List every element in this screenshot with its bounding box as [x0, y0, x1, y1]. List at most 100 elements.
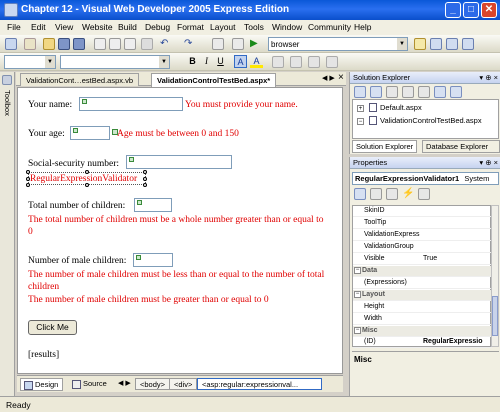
prop-row[interactable]: SkinID: [353, 206, 492, 217]
view-code-icon[interactable]: [402, 86, 414, 98]
prop-value[interactable]: RegularExpressio: [423, 338, 483, 345]
design-surface[interactable]: Your name: You must provide your name. Y…: [17, 87, 343, 374]
property-grid[interactable]: SkinID ToolTip ValidationExpress Validat…: [352, 205, 492, 348]
font-size-combo[interactable]: [174, 55, 184, 69]
menu-edit[interactable]: Edit: [31, 22, 46, 32]
save-icon[interactable]: [58, 38, 70, 50]
resize-handle[interactable]: [26, 183, 30, 187]
properties-window-icon[interactable]: [446, 38, 458, 50]
properties-icon[interactable]: [354, 86, 366, 98]
properties-view-icon[interactable]: [386, 188, 398, 200]
prop-row[interactable]: ToolTip: [353, 218, 492, 229]
ssn-textbox[interactable]: [126, 155, 232, 169]
collapse-icon[interactable]: −: [354, 291, 361, 298]
close-document-icon[interactable]: ×: [338, 72, 344, 83]
font-color-button[interactable]: A: [234, 55, 247, 68]
view-designer-icon[interactable]: [418, 86, 430, 98]
block-format-combo[interactable]: ▼: [4, 55, 56, 69]
children-textbox[interactable]: [134, 198, 172, 212]
highlight-button[interactable]: A: [250, 55, 263, 68]
prop-value[interactable]: True: [423, 255, 437, 262]
property-pages-icon[interactable]: [418, 188, 430, 200]
prop-row[interactable]: (Expressions): [353, 278, 492, 289]
resize-handle[interactable]: [143, 170, 147, 174]
resize-handle[interactable]: [26, 177, 30, 181]
chevron-down-icon[interactable]: ▼: [397, 38, 407, 50]
prop-category[interactable]: − Layout: [353, 290, 492, 301]
resize-handle[interactable]: [143, 177, 147, 181]
browser-target-combo[interactable]: browser ▼: [268, 37, 408, 51]
alphabetical-icon[interactable]: [370, 188, 382, 200]
copy-icon[interactable]: [109, 38, 121, 50]
prop-row[interactable]: Height: [353, 302, 492, 313]
categorized-icon[interactable]: [354, 188, 366, 200]
tab-list-icon[interactable]: ◀ ▶: [322, 74, 335, 82]
tab-design-page[interactable]: ValidationControlTestBed.aspx*: [151, 73, 277, 87]
children-compare-validator[interactable]: The total number of children must be a w…: [28, 214, 328, 238]
tab-code-behind[interactable]: ValidationCont…estBed.aspx.vb: [20, 73, 140, 86]
breadcrumb-validator[interactable]: <asp:regular:expressionval...: [197, 378, 322, 390]
maximize-button[interactable]: □: [463, 2, 479, 18]
tree-item-validation-testbed[interactable]: ValidationControlTestBed.aspx: [369, 116, 482, 125]
resize-handle[interactable]: [26, 170, 30, 174]
prop-row[interactable]: (ID) RegularExpressio: [353, 337, 492, 348]
male-children-range-validator[interactable]: The number of male children must be grea…: [28, 294, 334, 306]
font-name-combo[interactable]: ▼: [60, 55, 170, 69]
ssn-validator-selection[interactable]: RegularExpressionValidator: [26, 170, 147, 187]
breadcrumb-div[interactable]: <div>: [169, 378, 198, 390]
menu-format[interactable]: Format: [177, 22, 204, 32]
open-folder-icon[interactable]: [43, 38, 55, 50]
resize-handle[interactable]: [143, 183, 147, 187]
resize-handle[interactable]: [85, 183, 89, 187]
cut-icon[interactable]: [94, 38, 106, 50]
close-button[interactable]: ✕: [481, 2, 497, 18]
align-left-icon[interactable]: [272, 56, 284, 68]
solution-explorer-icon[interactable]: [430, 38, 442, 50]
menu-tools[interactable]: Tools: [244, 22, 264, 32]
menu-view[interactable]: View: [55, 22, 73, 32]
numbered-list-icon[interactable]: [326, 56, 338, 68]
delete-icon[interactable]: [141, 38, 153, 50]
navigate-forward-icon[interactable]: [232, 38, 244, 50]
tab-database-explorer[interactable]: Database Explorer: [422, 140, 500, 153]
object-selector-combo[interactable]: RegularExpressionValidator1 System: [352, 172, 499, 185]
copy-website-icon[interactable]: [434, 86, 446, 98]
name-required-validator[interactable]: You must provide your name.: [185, 100, 298, 110]
name-textbox[interactable]: [79, 97, 183, 111]
chevron-down-icon[interactable]: ▼: [45, 56, 55, 68]
toolbox-strip[interactable]: Toolbox: [0, 72, 15, 396]
source-view-tab[interactable]: Source: [69, 378, 111, 391]
solution-tree[interactable]: + Default.aspx − ValidationControlTestBe…: [352, 99, 499, 139]
menu-website[interactable]: Website: [82, 22, 113, 32]
prop-category[interactable]: − Data: [353, 266, 492, 277]
refresh-icon[interactable]: [370, 86, 382, 98]
prop-row[interactable]: Width: [353, 314, 492, 325]
new-project-icon[interactable]: [5, 38, 17, 50]
property-grid-scrollbar[interactable]: [491, 205, 499, 347]
minimize-button[interactable]: _: [445, 2, 461, 18]
breadcrumb-body[interactable]: <body>: [135, 378, 171, 390]
menu-window[interactable]: Window: [272, 22, 302, 32]
toolbox-window-icon[interactable]: [462, 38, 474, 50]
prop-row[interactable]: Visible True: [353, 254, 492, 265]
paste-icon[interactable]: [124, 38, 136, 50]
menu-build[interactable]: Build: [118, 22, 137, 32]
bold-button[interactable]: B: [186, 55, 199, 68]
prop-category[interactable]: − Misc: [353, 326, 492, 337]
breadcrumb-scroll-icon[interactable]: ◀ ▶: [118, 379, 131, 387]
resize-handle[interactable]: [85, 170, 89, 174]
asp-config-icon[interactable]: [450, 86, 462, 98]
redo-icon[interactable]: ↷: [184, 38, 196, 50]
prop-row[interactable]: ValidationExpress: [353, 230, 492, 241]
menu-help[interactable]: Help: [354, 22, 371, 32]
male-children-compare-validator[interactable]: The number of male children must be less…: [28, 269, 334, 293]
align-justify-icon[interactable]: [290, 56, 302, 68]
nest-files-icon[interactable]: [386, 86, 398, 98]
design-view-tab[interactable]: Design: [20, 378, 64, 391]
find-icon[interactable]: [414, 38, 426, 50]
bulleted-list-icon[interactable]: [308, 56, 320, 68]
panel-pin-close-icon[interactable]: ▾ ⊕ ×: [479, 158, 498, 167]
save-all-icon[interactable]: [73, 38, 85, 50]
tab-solution-explorer[interactable]: Solution Explorer: [352, 140, 418, 153]
age-textbox[interactable]: [70, 126, 110, 140]
